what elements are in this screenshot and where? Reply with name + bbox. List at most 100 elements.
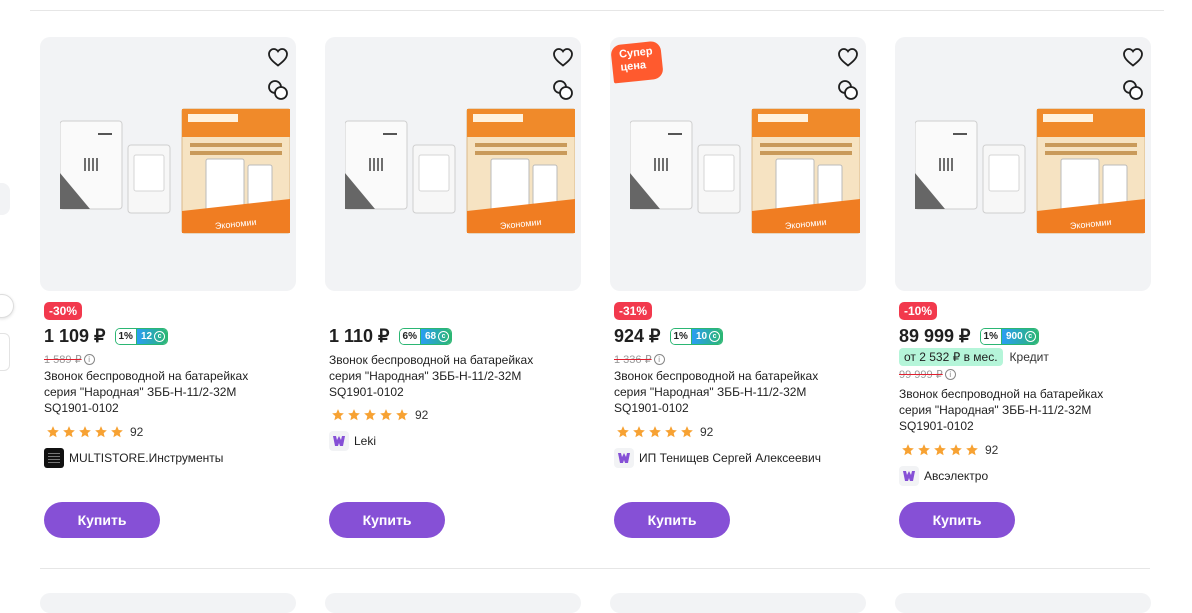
bonus-badge[interactable]: 6% 68 c bbox=[398, 328, 453, 345]
rating: 92 bbox=[901, 443, 998, 457]
info-icon[interactable]: i bbox=[944, 369, 956, 380]
rating-count: 92 bbox=[700, 425, 714, 439]
bonus-points-value: 68 bbox=[424, 331, 437, 342]
star-icon bbox=[966, 444, 978, 456]
credit-row[interactable]: от 2 532 ₽ в мес. Кредит bbox=[899, 348, 1049, 366]
heart-icon[interactable] bbox=[551, 45, 575, 69]
star-icon bbox=[364, 409, 376, 421]
side-box[interactable] bbox=[0, 333, 10, 371]
seller[interactable]: Авсэлектро bbox=[899, 466, 988, 486]
heart-icon[interactable] bbox=[266, 45, 290, 69]
bonus-badge[interactable]: 1% 900 c bbox=[979, 328, 1039, 345]
star-icon bbox=[950, 444, 962, 456]
product-photo: Экономии bbox=[345, 108, 575, 234]
info-icon[interactable]: i bbox=[653, 354, 665, 365]
side-round-button[interactable] bbox=[0, 294, 14, 318]
seller-logo-icon bbox=[899, 466, 919, 486]
product-card[interactable]: Экономии -30% 1 109 ₽ 1% 12 c 1 589 ₽ i З… bbox=[40, 37, 296, 547]
price-row: 89 999 ₽ 1% 900 c bbox=[899, 326, 1039, 347]
star-icon bbox=[332, 409, 344, 421]
seller-logo-icon bbox=[614, 448, 634, 468]
star-icon bbox=[95, 426, 107, 438]
bottom-divider bbox=[40, 568, 1150, 569]
product-card[interactable]: Супер цена Экономии -31% 924 ₽ 1% 10 c 1… bbox=[610, 37, 866, 547]
product-card[interactable]: Экономии 1 110 ₽ 6% 68 c Звонок беспровод… bbox=[325, 37, 581, 547]
rating-count: 92 bbox=[985, 443, 999, 457]
buy-button[interactable]: Купить bbox=[44, 502, 160, 538]
star-icon bbox=[681, 426, 693, 438]
compare-icon[interactable] bbox=[836, 78, 860, 102]
compare-icon[interactable] bbox=[551, 78, 575, 102]
product-title[interactable]: Звонок беспроводной на батарейках серия … bbox=[899, 386, 1139, 434]
heart-icon[interactable] bbox=[1121, 45, 1145, 69]
rating-count: 92 bbox=[415, 408, 429, 422]
seller-logo-icon bbox=[44, 448, 64, 468]
star-icon bbox=[348, 409, 360, 421]
seller[interactable]: MULTISTORE.Инструменты bbox=[44, 448, 223, 468]
product-title[interactable]: Звонок беспроводной на батарейках серия … bbox=[329, 352, 569, 400]
next-product-card[interactable] bbox=[325, 593, 581, 613]
star-icon bbox=[380, 409, 392, 421]
buy-button[interactable]: Купить bbox=[614, 502, 730, 538]
product-photo: Экономии bbox=[630, 108, 860, 234]
promo-sticker: Супер цена bbox=[610, 40, 664, 84]
star-icon bbox=[633, 426, 645, 438]
bonus-points-value: 900 bbox=[1005, 331, 1023, 342]
star-icon bbox=[63, 426, 75, 438]
bonus-badge[interactable]: 1% 10 c bbox=[669, 328, 724, 345]
seller-name[interactable]: Leki bbox=[354, 434, 376, 448]
compare-icon[interactable] bbox=[1121, 78, 1145, 102]
coin-icon: c bbox=[154, 331, 166, 342]
bonus-percent: 6% bbox=[399, 329, 421, 344]
bonus-badge[interactable]: 1% 12 c bbox=[114, 328, 169, 345]
product-image[interactable]: Экономии bbox=[895, 37, 1151, 291]
old-price: 1 589 ₽ bbox=[44, 354, 82, 366]
next-product-card[interactable] bbox=[610, 593, 866, 613]
seller-logo-icon bbox=[329, 431, 349, 451]
next-product-card[interactable] bbox=[40, 593, 296, 613]
buy-button[interactable]: Купить bbox=[899, 502, 1015, 538]
product-card[interactable]: Экономии -10% 89 999 ₽ 1% 900 c от 2 532 … bbox=[895, 37, 1151, 547]
seller[interactable]: Leki bbox=[329, 431, 376, 451]
product-image[interactable]: Супер цена Экономии bbox=[610, 37, 866, 291]
bonus-points-value: 10 bbox=[695, 331, 708, 342]
coin-icon: c bbox=[438, 331, 450, 342]
price: 924 ₽ bbox=[614, 326, 661, 346]
product-title[interactable]: Звонок беспроводной на батарейках серия … bbox=[44, 368, 284, 416]
discount-badge: -30% bbox=[44, 302, 83, 320]
rating: 92 bbox=[616, 425, 713, 439]
next-product-card[interactable] bbox=[895, 593, 1151, 613]
price-row: 924 ₽ 1% 10 c bbox=[614, 326, 724, 347]
star-icon bbox=[665, 426, 677, 438]
product-image[interactable]: Экономии bbox=[40, 37, 296, 291]
buy-button[interactable]: Купить bbox=[329, 502, 445, 538]
old-price-row: 1 589 ₽ i bbox=[44, 353, 95, 366]
star-icon bbox=[918, 444, 930, 456]
product-image[interactable]: Экономии bbox=[325, 37, 581, 291]
bonus-percent: 1% bbox=[670, 329, 692, 344]
seller-name[interactable]: ИП Тенищев Сергей Алексеевич bbox=[639, 451, 821, 465]
star-icon bbox=[111, 426, 123, 438]
info-icon[interactable]: i bbox=[83, 354, 95, 365]
old-price: 1 336 ₽ bbox=[614, 354, 652, 366]
star-icon bbox=[649, 426, 661, 438]
price: 1 109 ₽ bbox=[44, 326, 106, 346]
rating-count: 92 bbox=[130, 425, 144, 439]
rating: 92 bbox=[46, 425, 143, 439]
bonus-points: 10 c bbox=[691, 329, 723, 344]
old-price-row: 1 336 ₽ i bbox=[614, 353, 665, 366]
seller-name[interactable]: MULTISTORE.Инструменты bbox=[69, 451, 223, 465]
side-tab[interactable] bbox=[0, 183, 10, 215]
bonus-percent: 1% bbox=[980, 329, 1002, 344]
coin-icon: c bbox=[1024, 331, 1036, 342]
heart-icon[interactable] bbox=[836, 45, 860, 69]
top-divider bbox=[30, 10, 1164, 11]
product-photo: Экономии bbox=[915, 108, 1145, 234]
compare-icon[interactable] bbox=[266, 78, 290, 102]
seller-name[interactable]: Авсэлектро bbox=[924, 469, 988, 483]
star-icon bbox=[902, 444, 914, 456]
seller[interactable]: ИП Тенищев Сергей Алексеевич bbox=[614, 448, 821, 468]
credit-badge[interactable]: от 2 532 ₽ в мес. bbox=[899, 348, 1003, 366]
product-title[interactable]: Звонок беспроводной на батарейках серия … bbox=[614, 368, 854, 416]
bonus-percent: 1% bbox=[115, 329, 137, 344]
